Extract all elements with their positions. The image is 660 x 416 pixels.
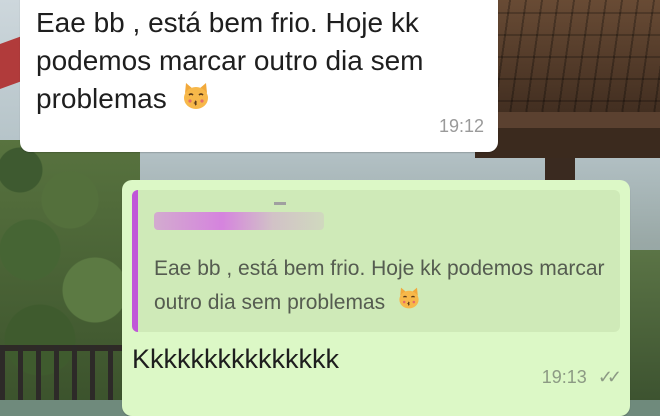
quoted-author-name-redacted (154, 212, 324, 230)
wallpaper-beam (475, 128, 660, 158)
incoming-message-time: 19:12 (438, 116, 484, 136)
wallpaper-trees-right (630, 250, 660, 400)
incoming-message-content: Eae bb , está bem frio. Hoje kk podemos … (36, 4, 486, 121)
wallpaper-fence (0, 345, 140, 400)
quoted-message-content: Eae bb , está bem frio. Hoje kk podemos … (154, 252, 614, 321)
wallpaper-red-detail (0, 35, 22, 90)
cat-kissing-face-icon (397, 286, 421, 321)
quoted-author-mark (274, 202, 286, 205)
incoming-message-text: Eae bb , está bem frio. Hoje kk podemos … (36, 7, 424, 114)
outgoing-message-text: Kkkkkkkkkkkkkkk (132, 344, 340, 374)
cat-kissing-face-icon (181, 81, 211, 121)
quoted-message[interactable]: Eae bb , está bem frio. Hoje kk podemos … (132, 190, 620, 332)
quote-accent-bar (132, 190, 138, 332)
outgoing-message-meta: 19:13 ✓✓ (541, 367, 622, 388)
quoted-message-text: Eae bb , está bem frio. Hoje kk podemos … (154, 257, 605, 315)
incoming-message-bubble[interactable]: Eae bb , está bem frio. Hoje kk podemos … (20, 0, 498, 152)
double-check-icon: ✓✓ (597, 367, 622, 387)
outgoing-message-bubble[interactable]: Eae bb , está bem frio. Hoje kk podemos … (122, 180, 630, 416)
outgoing-message-time: 19:13 (541, 367, 587, 387)
